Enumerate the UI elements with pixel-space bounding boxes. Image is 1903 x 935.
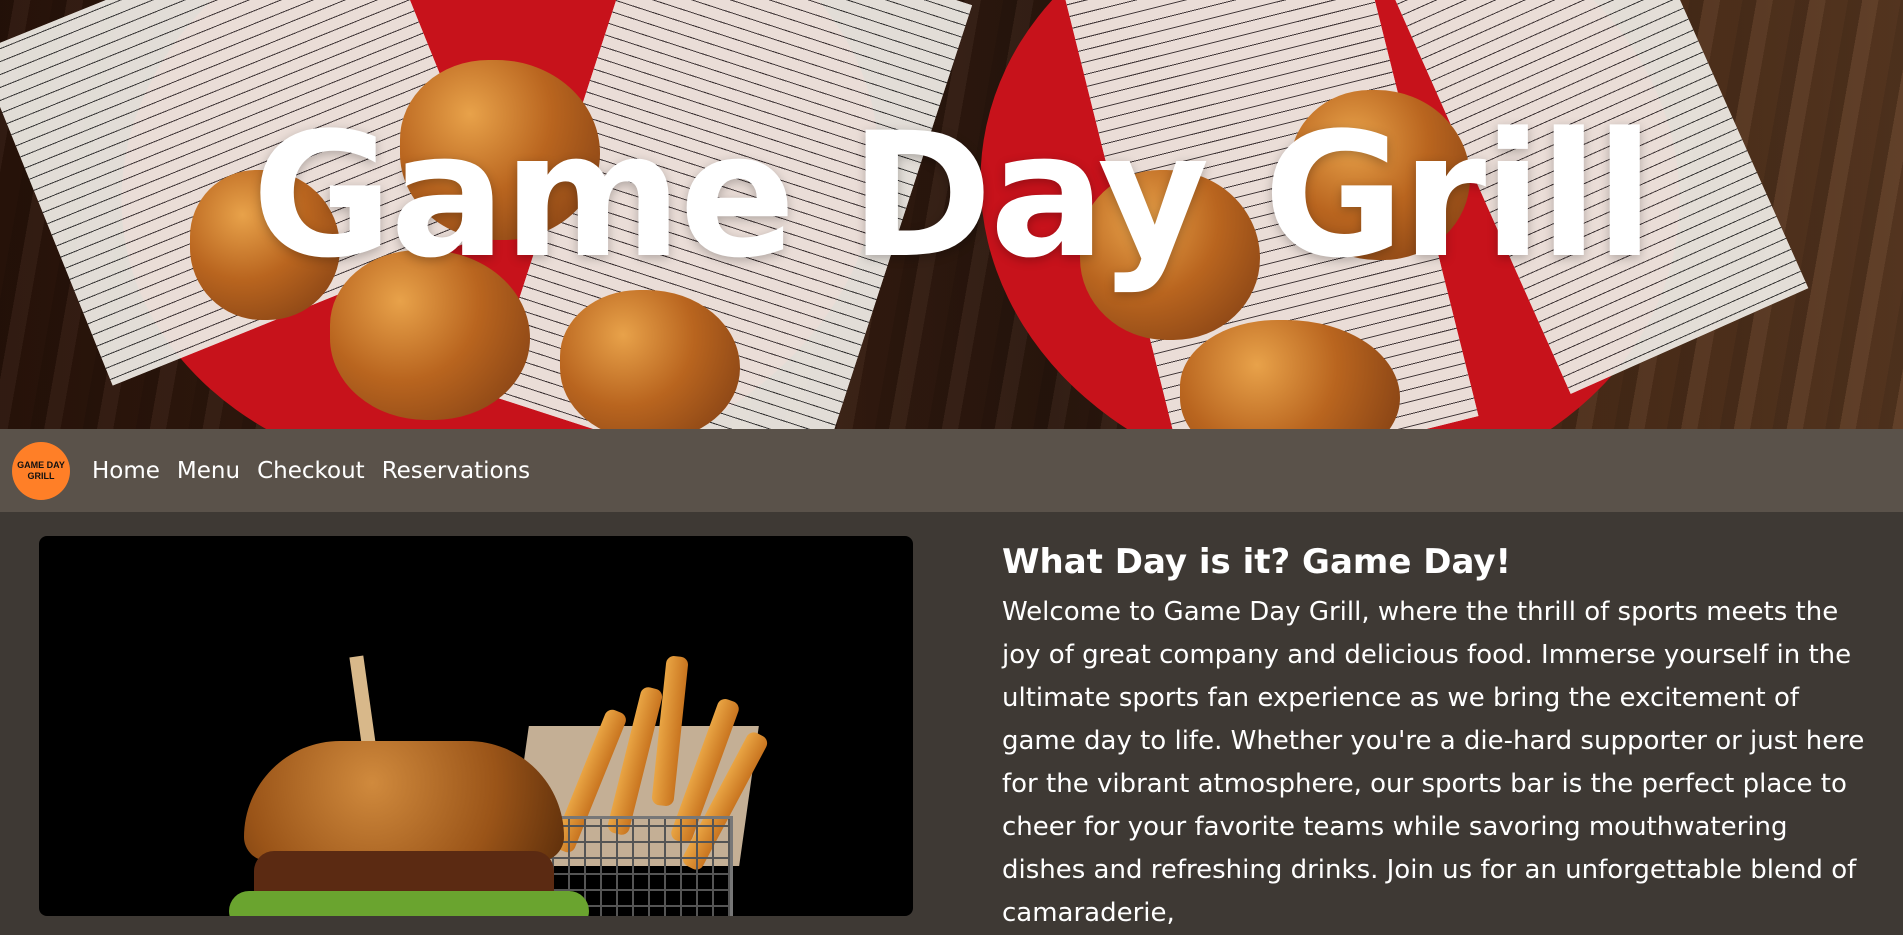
- logo[interactable]: GAME DAY GRILL: [12, 441, 70, 500]
- nav-link-home[interactable]: Home: [92, 458, 160, 484]
- burger-bun-image: [244, 741, 564, 861]
- nav-link-checkout[interactable]: Checkout: [257, 458, 365, 484]
- welcome-section: What Day is it? Game Day! Welcome to Gam…: [1002, 542, 1872, 935]
- burger-fries-image: [39, 536, 913, 916]
- main-content: What Day is it? Game Day! Welcome to Gam…: [0, 512, 1903, 928]
- main-navbar: GAME DAY GRILL Home Menu Checkout Reserv…: [0, 429, 1903, 512]
- hero-banner: Game Day Grill: [0, 0, 1903, 429]
- nav-link-menu[interactable]: Menu: [177, 458, 240, 484]
- welcome-paragraph: Welcome to Game Day Grill, where the thr…: [1002, 596, 1865, 928]
- hero-title: Game Day Grill: [251, 95, 1654, 296]
- burger-lettuce-image: [229, 891, 589, 916]
- nav-links: Home Menu Checkout Reservations: [92, 458, 547, 484]
- nav-link-reservations[interactable]: Reservations: [382, 458, 530, 484]
- welcome-heading: What Day is it? Game Day!: [1002, 542, 1512, 582]
